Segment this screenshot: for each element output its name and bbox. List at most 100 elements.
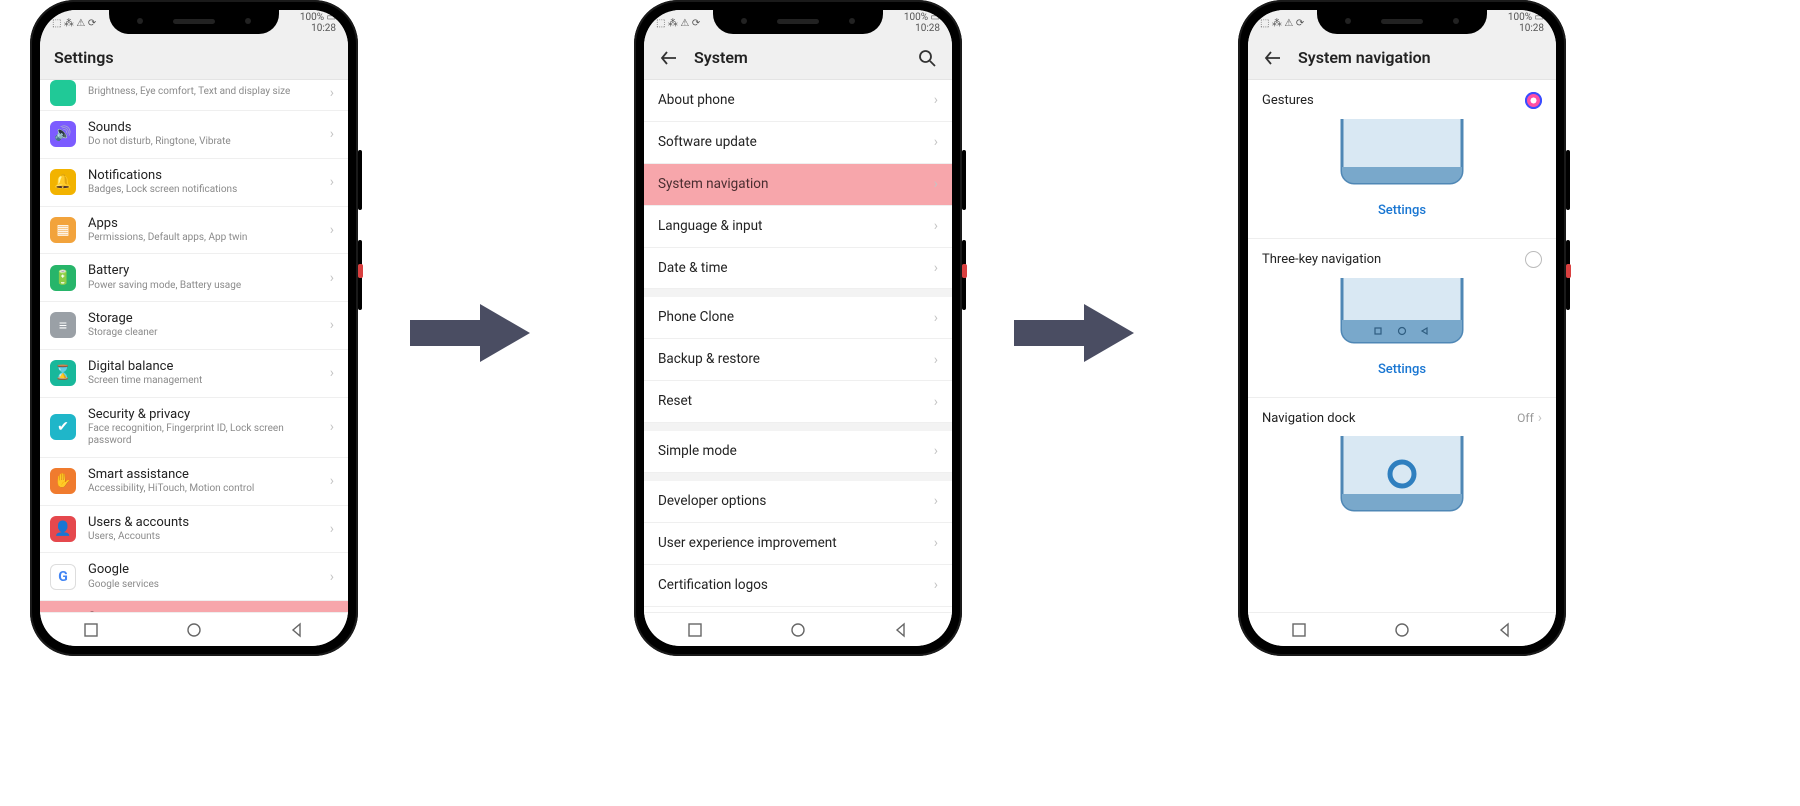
list-item[interactable]: Language & input› xyxy=(644,206,952,248)
row-subtitle: Users, Accounts xyxy=(88,531,318,544)
radio-selected-icon[interactable] xyxy=(1525,92,1542,109)
list-item[interactable]: 👤 Users & accountsUsers, Accounts › xyxy=(40,506,348,554)
row-icon: 👤 xyxy=(50,516,76,542)
phone-settings: ⬚ ⁂ ⚠ ⟳ 100% ▭ 10:28 Settings Brightness… xyxy=(30,0,358,656)
settings-list[interactable]: Brightness, Eye comfort, Text and displa… xyxy=(40,80,348,612)
status-left: ⬚ ⁂ ⚠ ⟳ xyxy=(52,18,112,29)
back-icon[interactable] xyxy=(1262,47,1284,69)
chevron-right-icon: › xyxy=(330,521,334,537)
list-item[interactable]: Software update› xyxy=(644,122,952,164)
row-title: Language & input xyxy=(658,218,922,235)
list-item[interactable]: ▯SystemSystem navigation, Software updat… xyxy=(40,601,348,612)
nav-recent-icon[interactable] xyxy=(83,622,99,638)
option-gestures[interactable]: Gestures Settings xyxy=(1248,80,1556,238)
power-button xyxy=(962,150,966,210)
option-label: Gestures xyxy=(1262,93,1314,108)
nav-home-icon[interactable] xyxy=(186,622,202,638)
list-item[interactable]: System navigation› xyxy=(644,164,952,206)
row-subtitle: Badges, Lock screen notifications xyxy=(88,184,318,197)
gestures-settings-link[interactable]: Settings xyxy=(1262,193,1542,232)
nav-back-icon[interactable] xyxy=(1497,622,1513,638)
power-button xyxy=(1566,150,1570,210)
list-item[interactable]: About phone› xyxy=(644,80,952,122)
row-title: Google xyxy=(88,562,318,578)
nav-home-icon[interactable] xyxy=(790,622,806,638)
chevron-right-icon: › xyxy=(330,270,334,286)
list-item[interactable]: 🔋BatteryPower saving mode, Battery usage… xyxy=(40,254,348,302)
row-title: Security & privacy xyxy=(88,407,318,423)
list-item[interactable]: ≡StorageStorage cleaner› xyxy=(40,302,348,350)
preview-gestures xyxy=(1262,119,1542,189)
flow-arrow xyxy=(410,300,530,366)
row-title: Users & accounts xyxy=(88,515,318,531)
android-navbar[interactable] xyxy=(40,612,348,646)
chevron-right-icon: › xyxy=(330,419,334,435)
option-three-key[interactable]: Three-key navigation Settings xyxy=(1248,239,1556,397)
display-icon xyxy=(50,80,76,106)
chevron-right-icon: › xyxy=(934,310,938,326)
row-title: Phone Clone xyxy=(658,309,922,326)
list-item[interactable]: Developer options› xyxy=(644,481,952,523)
list-item[interactable]: ✋Smart assistanceAccessibility, HiTouch,… xyxy=(40,458,348,506)
android-navbar[interactable] xyxy=(644,612,952,646)
android-navbar[interactable] xyxy=(1248,612,1556,646)
chevron-right-icon: › xyxy=(934,577,938,593)
list-item[interactable]: Backup & restore › xyxy=(644,339,952,381)
chevron-right-icon: › xyxy=(934,352,938,368)
list-item[interactable]: ✔ Security & privacyFace recognition, Fin… xyxy=(40,398,348,458)
option-nav-dock[interactable]: Navigation dock Off › xyxy=(1248,398,1556,526)
list-item[interactable]: Reset› xyxy=(644,381,952,423)
list-item[interactable]: GGoogleGoogle services› xyxy=(40,553,348,601)
row-title: System navigation xyxy=(658,176,922,193)
row-title: Battery xyxy=(88,263,318,279)
power-button xyxy=(358,150,362,210)
phone-system-navigation: ⬚ ⁂ ⚠ ⟳ 100% ▭ 10:28 System navigation G… xyxy=(1238,0,1566,656)
row-title: Developer options xyxy=(658,493,922,510)
row-icon: 🔔 xyxy=(50,169,76,195)
header: Settings xyxy=(40,36,348,80)
chevron-right-icon: › xyxy=(934,535,938,551)
header: System xyxy=(644,36,952,80)
list-item[interactable]: Brightness, Eye comfort, Text and displa… xyxy=(40,80,348,111)
option-value: Off › xyxy=(1517,410,1542,426)
row-subtitle: Face recognition, Fingerprint ID, Lock s… xyxy=(88,423,318,448)
radio-unselected-icon[interactable] xyxy=(1525,251,1542,268)
nav-back-icon[interactable] xyxy=(893,622,909,638)
option-label: Three-key navigation xyxy=(1262,252,1381,267)
row-icon: G xyxy=(50,564,76,590)
nav-recent-icon[interactable] xyxy=(687,622,703,638)
nav-back-icon[interactable] xyxy=(289,622,305,638)
row-icon: ✔ xyxy=(50,414,76,440)
list-item[interactable]: Certification logos › xyxy=(644,565,952,607)
status-left: ⬚ ⁂ ⚠ ⟳ xyxy=(1260,18,1320,29)
list-item[interactable]: Date & time› xyxy=(644,248,952,290)
nav-home-icon[interactable] xyxy=(1394,622,1410,638)
row-subtitle: Accessibility, HiTouch, Motion control xyxy=(88,483,318,496)
row-title: Reset xyxy=(658,393,922,410)
list-item[interactable]: Simple mode› xyxy=(644,431,952,473)
list-item[interactable]: 🔊SoundsDo not disturb, Ringtone, Vibrate… xyxy=(40,111,348,159)
row-title: Smart assistance xyxy=(88,467,318,483)
system-list[interactable]: About phone›Software update›System navig… xyxy=(644,80,952,612)
row-icon: ▦ xyxy=(50,217,76,243)
row-title: Apps xyxy=(88,216,318,232)
back-icon[interactable] xyxy=(658,47,680,69)
chevron-right-icon: › xyxy=(934,134,938,150)
row-icon: ≡ xyxy=(50,312,76,338)
list-item[interactable]: 🔔NotificationsBadges, Lock screen notifi… xyxy=(40,159,348,207)
row-title: Date & time xyxy=(658,260,922,277)
list-item[interactable]: Phone Clone › xyxy=(644,297,952,339)
nav-recent-icon[interactable] xyxy=(1291,622,1307,638)
row-subtitle: Screen time management xyxy=(88,375,318,388)
flow-arrow xyxy=(1014,300,1134,366)
list-item[interactable]: ⌛Digital balanceScreen time management› xyxy=(40,350,348,398)
chevron-right-icon: › xyxy=(934,92,938,108)
row-subtitle: Storage cleaner xyxy=(88,327,318,340)
row-title: Certification logos xyxy=(658,577,922,594)
list-item[interactable]: User experience improvement› xyxy=(644,523,952,565)
row-title: Backup & restore xyxy=(658,351,922,368)
three-key-settings-link[interactable]: Settings xyxy=(1262,352,1542,391)
list-item[interactable]: ▦AppsPermissions, Default apps, App twin… xyxy=(40,207,348,255)
option-label: Navigation dock xyxy=(1262,411,1355,426)
search-icon[interactable] xyxy=(916,47,938,69)
